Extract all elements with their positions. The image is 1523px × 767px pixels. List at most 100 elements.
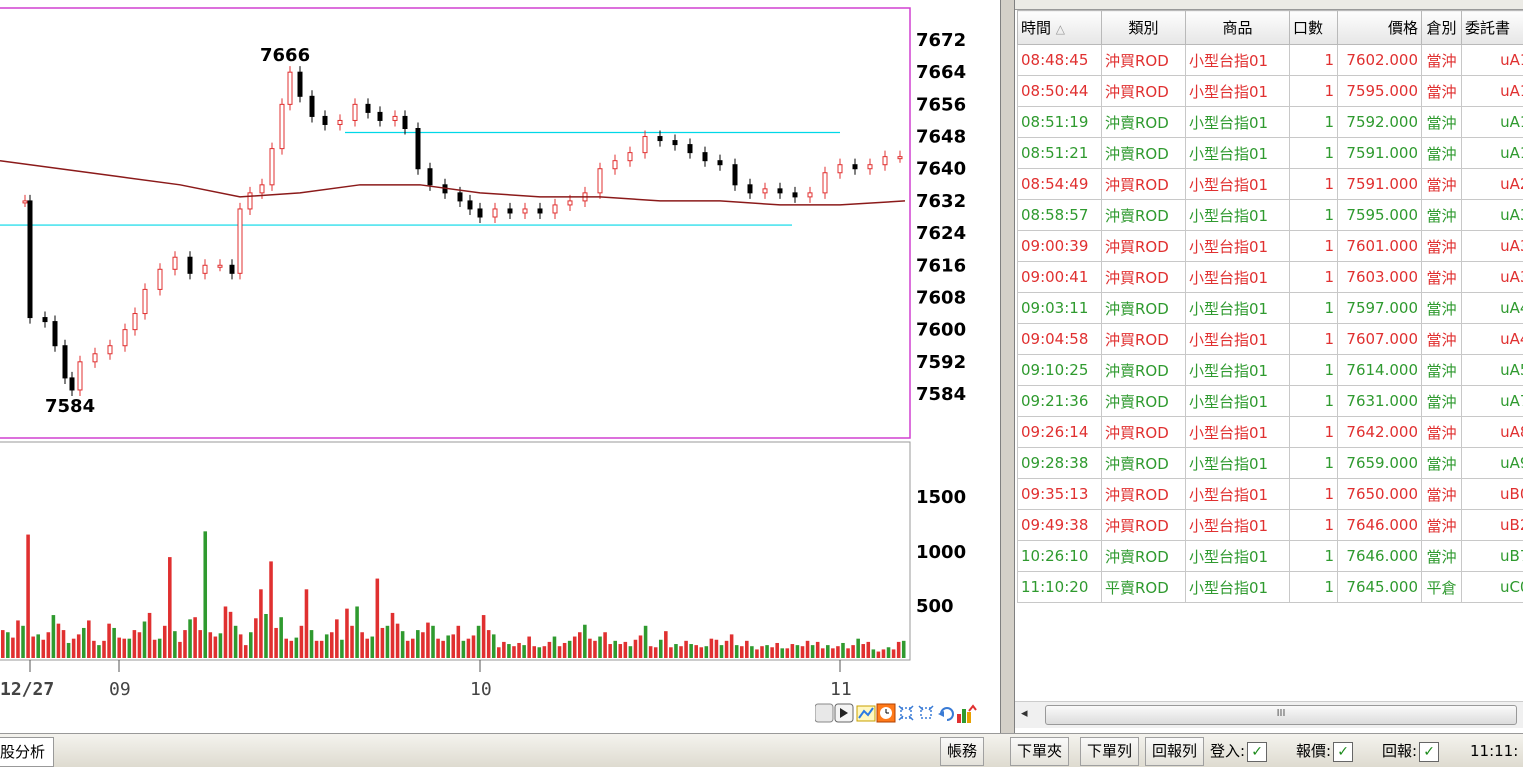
volume-bar — [815, 641, 820, 658]
cell-type: 沖買ROD — [1101, 323, 1186, 355]
volume-bar — [461, 640, 466, 658]
order-row[interactable]: 09:35:13沖買ROD小型台指0117650.000當沖uB01 — [1017, 478, 1523, 510]
cell-type: 沖賣ROD — [1101, 385, 1186, 417]
report-list-button[interactable]: 回報列 — [1145, 737, 1205, 766]
col-header-type[interactable]: 類別 — [1101, 10, 1186, 45]
report-check-icon[interactable]: ✓ — [1419, 741, 1440, 762]
volume-bar — [102, 640, 106, 658]
volume-bar — [578, 632, 582, 658]
candle-body — [269, 148, 275, 186]
volume-bar — [405, 640, 410, 658]
cell-order-id: uA35 — [1461, 261, 1523, 293]
quote-check-icon[interactable]: ✓ — [1333, 741, 1354, 762]
cell-type: 沖買ROD — [1101, 416, 1186, 448]
order-folder-button[interactable]: 下單夾 — [1010, 737, 1070, 766]
volume-bar — [891, 649, 896, 658]
order-row[interactable]: 09:28:38沖賣ROD小型台指0117659.000當沖uA94 — [1017, 447, 1523, 479]
cell-position: 當沖 — [1421, 478, 1462, 510]
volume-bar — [785, 648, 790, 658]
volume-bar — [805, 640, 810, 658]
order-list-button[interactable]: 下單列 — [1080, 737, 1140, 766]
volume-bar — [846, 648, 850, 658]
scrollbar-thumb[interactable]: III — [1045, 705, 1517, 725]
order-row[interactable]: 09:00:41沖買ROD小型台指0117603.000當沖uA35 — [1017, 261, 1523, 293]
order-row[interactable]: 08:51:19沖賣ROD小型台指0117592.000當沖uA17 — [1017, 106, 1523, 138]
price-tick-label: 7616 — [916, 255, 966, 276]
volume-bar — [66, 642, 71, 658]
cell-product: 小型台指01 — [1185, 199, 1290, 231]
col-header-time[interactable]: 時間 △ — [1017, 10, 1102, 45]
candle-body — [702, 152, 708, 162]
col-header-position[interactable]: 倉別 — [1421, 10, 1462, 45]
candle-body — [867, 164, 873, 170]
volume-bar — [97, 645, 101, 658]
kline-chart[interactable]: 7672 7664 7656 7648 7640 7632 7624 7616 7608 7600… — [0, 0, 1000, 733]
volume-bar — [658, 639, 663, 658]
order-row[interactable]: 08:51:21沖賣ROD小型台指0117591.000當沖uA18 — [1017, 137, 1523, 169]
chart-pane[interactable]: 7672 7664 7656 7648 7640 7632 7624 7616 7608 7600… — [0, 0, 1000, 733]
candle-body — [365, 103, 371, 113]
col-header-product[interactable]: 商品 — [1185, 10, 1290, 45]
order-row[interactable]: 09:26:14沖買ROD小型台指0117642.000當沖uA88 — [1017, 416, 1523, 448]
volume-bar — [643, 625, 648, 658]
volume-bar — [486, 630, 491, 658]
order-row[interactable]: 09:49:38沖買ROD小型台指0117646.000當沖uB29 — [1017, 509, 1523, 541]
order-row[interactable]: 09:00:39沖買ROD小型台指0117601.000當沖uA34 — [1017, 230, 1523, 262]
order-row[interactable]: 09:04:58沖買ROD小型台指0117607.000當沖uA44 — [1017, 323, 1523, 355]
col-header-price[interactable]: 價格 — [1337, 10, 1422, 45]
candle-body — [732, 164, 738, 186]
order-row[interactable]: 09:10:25沖賣ROD小型台指0117614.000當沖uA56 — [1017, 354, 1523, 386]
volume-bar — [335, 619, 339, 658]
horizontal-scrollbar[interactable]: ◂ III — [1015, 701, 1523, 728]
volume-bar — [694, 645, 698, 658]
scroll-left-arrow-icon[interactable]: ◂ — [1021, 706, 1028, 721]
volume-bar — [254, 618, 258, 658]
cell-position: 平倉 — [1421, 571, 1462, 603]
cell-product: 小型台指01 — [1185, 323, 1290, 355]
volume-bar — [289, 640, 294, 658]
volume-bar — [527, 636, 531, 658]
order-row[interactable]: 08:54:49沖買ROD小型台指0117591.000當沖uA25 — [1017, 168, 1523, 200]
cell-time: 08:48:45 — [1017, 44, 1102, 76]
order-row[interactable]: 10:26:10沖賣ROD小型台指0117646.000當沖uB73 — [1017, 540, 1523, 572]
account-button[interactable]: 帳務 — [940, 737, 985, 766]
volume-bar — [562, 642, 567, 658]
order-report-pane: 時間 △ 類別 商品 口數 價格 倉別 委託書 08:48:45 沖買ROD 小型台… — [1015, 0, 1523, 733]
tab-stock-analysis[interactable]: 股分析 — [0, 737, 55, 767]
col-header-order-id[interactable]: 委託書 — [1461, 10, 1523, 45]
volume-bar — [299, 625, 304, 658]
volume-bar — [871, 649, 876, 658]
cell-order-id: uA40 — [1461, 292, 1523, 324]
cell-product: 小型台指01 — [1185, 168, 1290, 200]
volume-bar — [421, 632, 425, 658]
volume-bar — [866, 641, 871, 658]
candle-body — [259, 184, 265, 194]
order-row[interactable]: 09:21:36沖賣ROD小型台指0117631.000當沖uA78 — [1017, 385, 1523, 417]
zoom-out-icon — [918, 705, 934, 719]
order-row[interactable]: 08:50:44沖買ROD小型台指0117595.000當沖uA15 — [1017, 75, 1523, 107]
volume-bar — [188, 619, 192, 658]
volume-bar — [588, 638, 592, 658]
volume-bar — [178, 641, 182, 658]
col-header-qty[interactable]: 口數 — [1289, 10, 1338, 45]
candle-body — [492, 208, 498, 218]
order-row[interactable]: 11:10:20平賣ROD小型台指0117645.000平倉uC06 — [1017, 571, 1523, 603]
volume-bar — [157, 638, 162, 658]
candle-body — [202, 264, 208, 274]
volume-bar — [350, 625, 354, 658]
order-row[interactable]: 09:03:11沖賣ROD小型台指0117597.000當沖uA40 — [1017, 292, 1523, 324]
login-check-icon[interactable]: ✓ — [1247, 741, 1268, 762]
volume-bar — [502, 641, 506, 658]
volume-bar — [294, 637, 299, 658]
cell-type: 沖買ROD — [1101, 478, 1186, 510]
indicator-icon — [957, 704, 977, 723]
price-tick-label: 7664 — [916, 62, 966, 83]
price-tick-label: 7648 — [916, 127, 966, 148]
volume-bar — [583, 624, 587, 658]
candle-body — [567, 200, 573, 206]
order-row[interactable]: 08:58:57沖賣ROD小型台指0117595.000當沖uA32 — [1017, 199, 1523, 231]
pane-splitter[interactable] — [1000, 0, 1015, 733]
undo-icon — [938, 707, 954, 721]
order-row[interactable]: 08:48:45沖買ROD小型台指0117602.000當沖uA11 — [1017, 44, 1523, 76]
cell-price: 7601.000 — [1337, 230, 1422, 262]
